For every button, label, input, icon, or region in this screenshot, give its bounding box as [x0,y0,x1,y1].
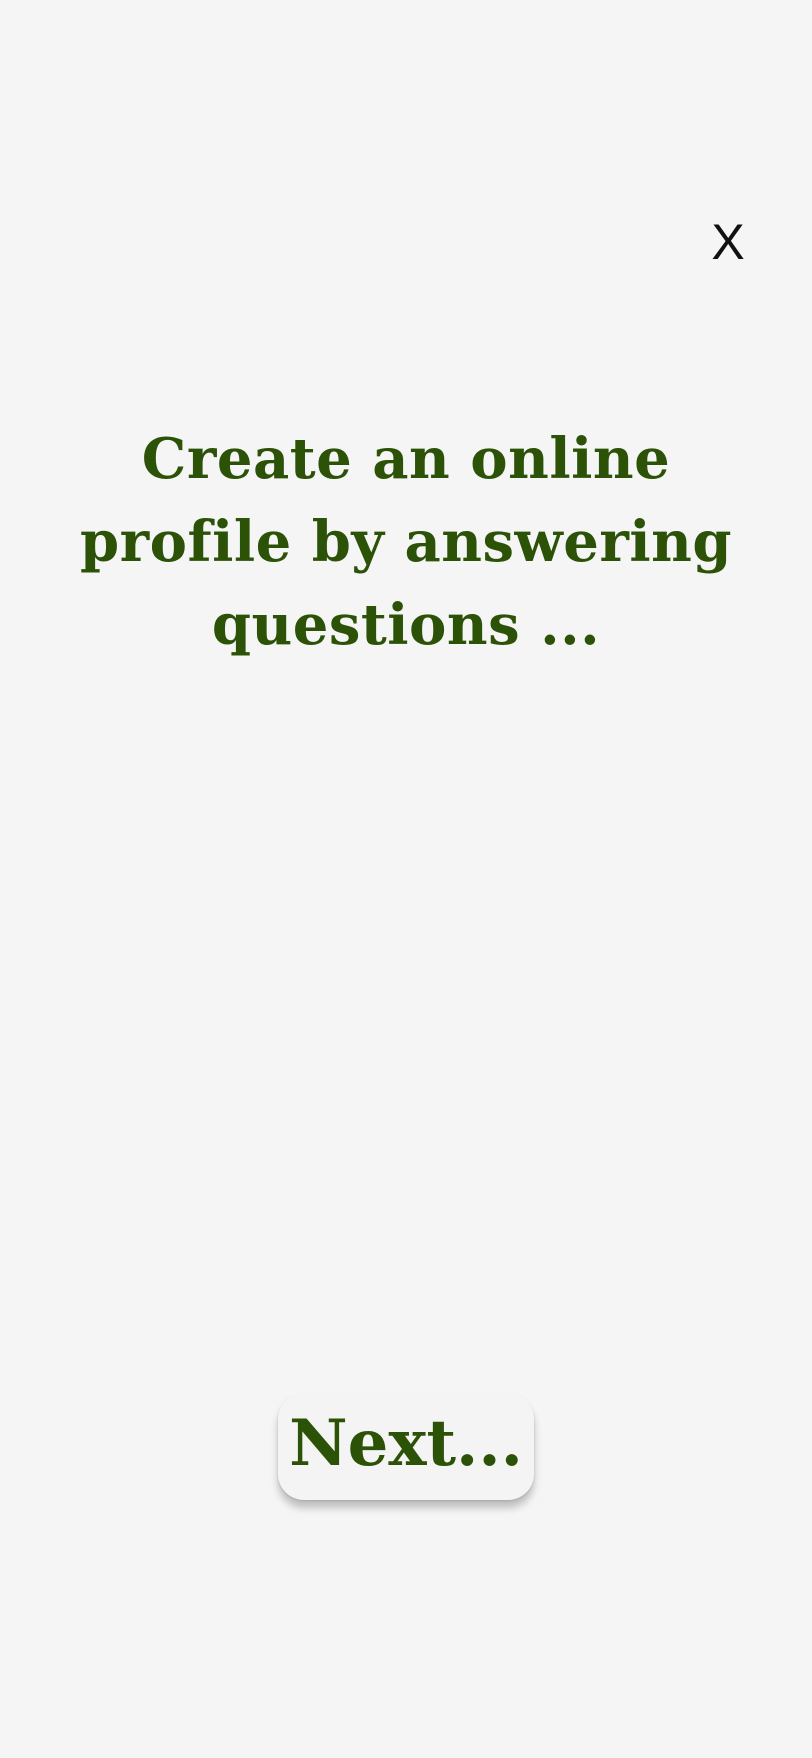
onboarding-headline: Create an online profile by answering qu… [80,426,732,658]
close-button[interactable]: X [706,212,750,272]
onboarding-screen: X Create an online profile by answering … [0,0,812,1758]
next-button[interactable]: Next... [278,1393,534,1500]
